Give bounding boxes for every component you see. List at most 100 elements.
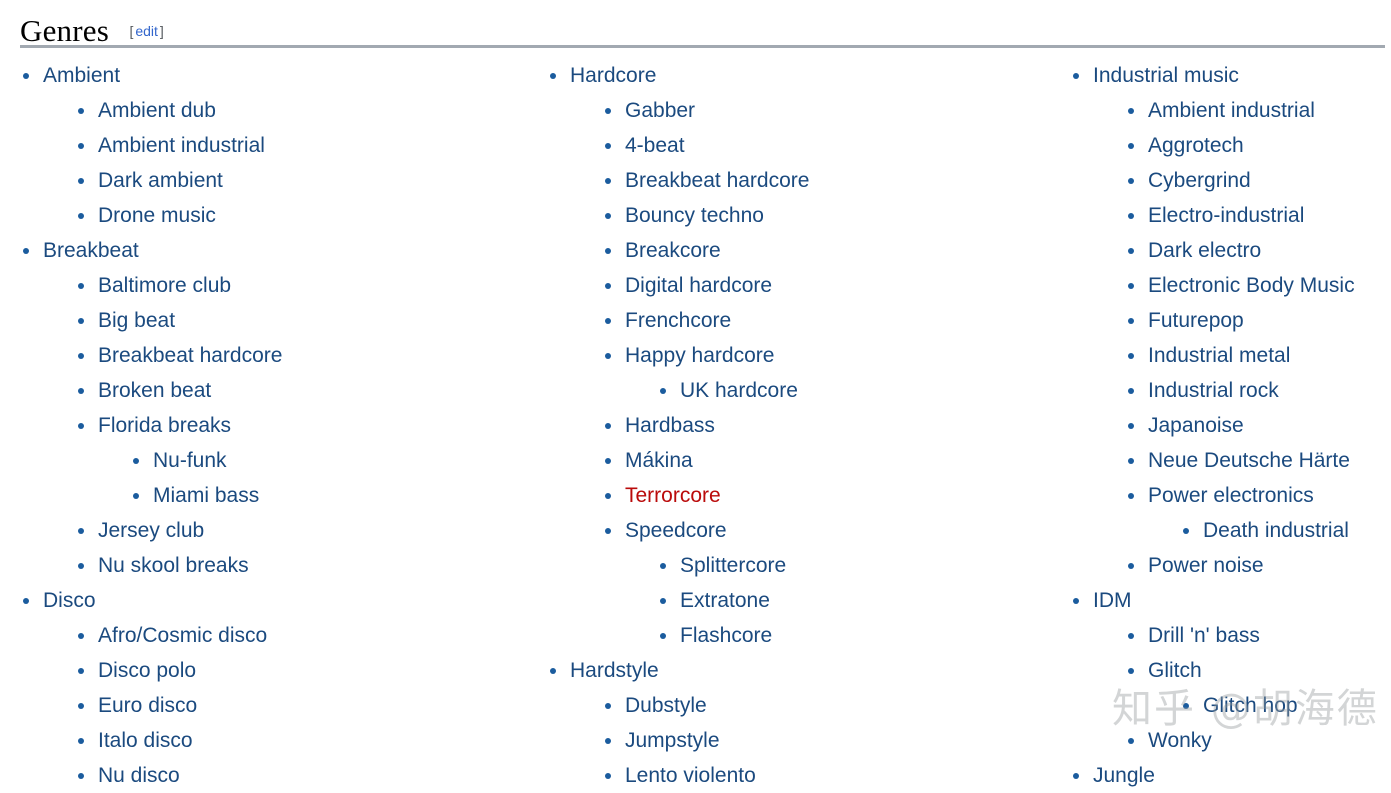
genre-list-item: Gabber [604,93,1049,128]
genre-link-hardstyle[interactable]: Hardstyle [570,659,659,682]
genre-link-drone-music[interactable]: Drone music [98,204,216,227]
genre-list-item: Ambient Ambient dub Ambient industrial Dark… [22,58,522,233]
genre-link-ambient[interactable]: Ambient [43,64,120,87]
genre-list-item: Euro disco [77,688,522,723]
bullet-icon [78,318,84,324]
genre-link-happy-hardcore[interactable]: Happy hardcore [625,344,774,367]
genre-link-industrial-rock[interactable]: Industrial rock [1148,379,1279,402]
genre-link-m-kina[interactable]: Mákina [625,449,693,472]
bullet-icon [78,703,84,709]
genre-link-bouncy-techno[interactable]: Bouncy techno [625,204,764,227]
genre-link-dark-electro[interactable]: Dark electro [1148,239,1261,262]
genre-link-nu-disco[interactable]: Nu disco [98,764,180,787]
bullet-icon [1128,283,1134,289]
genre-link-breakbeat[interactable]: Breakbeat [43,239,139,262]
bullet-icon [1128,633,1134,639]
genre-list-level-3: Nu-funk Miami bass [98,443,522,513]
genre-list-item: Glitch hop [1182,688,1391,723]
genre-list-item: Wonky [1127,723,1391,758]
genre-list-item: Ambient dub [77,93,522,128]
genre-link-nu-skool-breaks[interactable]: Nu skool breaks [98,554,249,577]
genre-list-level-2: Ambient dub Ambient industrial Dark ambien… [43,93,522,233]
genre-link-jumpstyle[interactable]: Jumpstyle [625,729,720,752]
genre-link-breakbeat-hardcore[interactable]: Breakbeat hardcore [625,169,809,192]
genre-link-power-noise[interactable]: Power noise [1148,554,1264,577]
genre-link-disco[interactable]: Disco [43,589,96,612]
bullet-icon [1128,563,1134,569]
genre-link-uk-hardcore[interactable]: UK hardcore [680,379,798,402]
bullet-icon [78,388,84,394]
genre-link-4-beat[interactable]: 4-beat [625,134,685,157]
genre-link-disco-polo[interactable]: Disco polo [98,659,196,682]
genre-link-industrial-metal[interactable]: Industrial metal [1148,344,1290,367]
genre-link-splittercore[interactable]: Splittercore [680,554,786,577]
genre-link-ambient-dub[interactable]: Ambient dub [98,99,216,122]
genre-list-item: Flashcore [659,618,1049,653]
genre-link-gabber[interactable]: Gabber [625,99,695,122]
genre-link-miami-bass[interactable]: Miami bass [153,484,259,507]
bullet-icon [1073,773,1079,779]
genre-link-death-industrial[interactable]: Death industrial [1203,519,1349,542]
bullet-icon [1128,738,1134,744]
genre-link-nu-funk[interactable]: Nu-funk [153,449,227,472]
genre-link-electronic-body-music[interactable]: Electronic Body Music [1148,274,1355,297]
genre-link-futurepop[interactable]: Futurepop [1148,309,1244,332]
page-title: Genres [20,13,109,48]
genre-link-glitch[interactable]: Glitch [1148,659,1202,682]
genre-link-dark-ambient[interactable]: Dark ambient [98,169,223,192]
genre-link-drill-n-bass[interactable]: Drill 'n' bass [1148,624,1260,647]
genre-link-euro-disco[interactable]: Euro disco [98,694,197,717]
bullet-icon [78,633,84,639]
genre-link-wonky[interactable]: Wonky [1148,729,1212,752]
genre-link-electro-industrial[interactable]: Electro-industrial [1148,204,1304,227]
genre-link-lento-violento[interactable]: Lento violento [625,764,756,787]
genre-link-aggrotech[interactable]: Aggrotech [1148,134,1244,157]
genre-link-jungle[interactable]: Jungle [1093,764,1155,787]
genre-link-cybergrind[interactable]: Cybergrind [1148,169,1251,192]
genre-link-ambient-industrial[interactable]: Ambient industrial [1148,99,1315,122]
genre-link-florida-breaks[interactable]: Florida breaks [98,414,231,437]
genre-link-hardcore[interactable]: Hardcore [570,64,656,87]
genre-link-japanoise[interactable]: Japanoise [1148,414,1244,437]
genre-link-baltimore-club[interactable]: Baltimore club [98,274,231,297]
bullet-icon [1128,143,1134,149]
genre-link-speedcore[interactable]: Speedcore [625,519,727,542]
bullet-icon [550,73,556,79]
genre-link-breakcore[interactable]: Breakcore [625,239,721,262]
genre-link-digital-hardcore[interactable]: Digital hardcore [625,274,772,297]
genre-list-item: Power electronics Death industrial [1127,478,1391,548]
genre-list-level-2: Afro/Cosmic disco Disco polo Euro disco Ita… [43,618,522,793]
genre-link-idm[interactable]: IDM [1093,589,1132,612]
genre-link-breakbeat-hardcore[interactable]: Breakbeat hardcore [98,344,282,367]
section-heading-block: Genres [edit] [20,14,1385,48]
genre-link-flashcore[interactable]: Flashcore [680,624,772,647]
genre-link-frenchcore[interactable]: Frenchcore [625,309,731,332]
edit-link[interactable]: edit [133,23,160,39]
bullet-icon [660,633,666,639]
genre-list-level-3: Death industrial [1148,513,1391,548]
genre-link-broken-beat[interactable]: Broken beat [98,379,211,402]
genre-link-industrial-music[interactable]: Industrial music [1093,64,1239,87]
bullet-icon [1128,353,1134,359]
genre-list-item: Jumpstyle [604,723,1049,758]
genre-list-item: Nu-funk [132,443,522,478]
bullet-icon [660,598,666,604]
genre-link-glitch-hop[interactable]: Glitch hop [1203,694,1298,717]
genre-link-neue-deutsche-h-rte[interactable]: Neue Deutsche Härte [1148,449,1350,472]
bullet-icon [605,178,611,184]
genre-link-afro-cosmic-disco[interactable]: Afro/Cosmic disco [98,624,267,647]
bullet-icon [605,528,611,534]
genre-link-hardbass[interactable]: Hardbass [625,414,715,437]
genre-link-dubstyle[interactable]: Dubstyle [625,694,707,717]
genre-list-level-1: Hardcore Gabber 4-beat Breakbeat hardcore Bo… [549,58,1049,793]
genre-link-italo-disco[interactable]: Italo disco [98,729,193,752]
genre-list-item: Lento violento [604,758,1049,793]
genre-link-jersey-club[interactable]: Jersey club [98,519,204,542]
genre-link-power-electronics[interactable]: Power electronics [1148,484,1314,507]
genre-list-item: Bouncy techno [604,198,1049,233]
genre-link-ambient-industrial[interactable]: Ambient industrial [98,134,265,157]
genre-list-item: IDM Drill 'n' bass Glitch Glitch hop Wonky [1072,583,1391,758]
genre-link-big-beat[interactable]: Big beat [98,309,175,332]
genre-link-terrorcore[interactable]: Terrorcore [625,484,721,507]
genre-link-extratone[interactable]: Extratone [680,589,770,612]
